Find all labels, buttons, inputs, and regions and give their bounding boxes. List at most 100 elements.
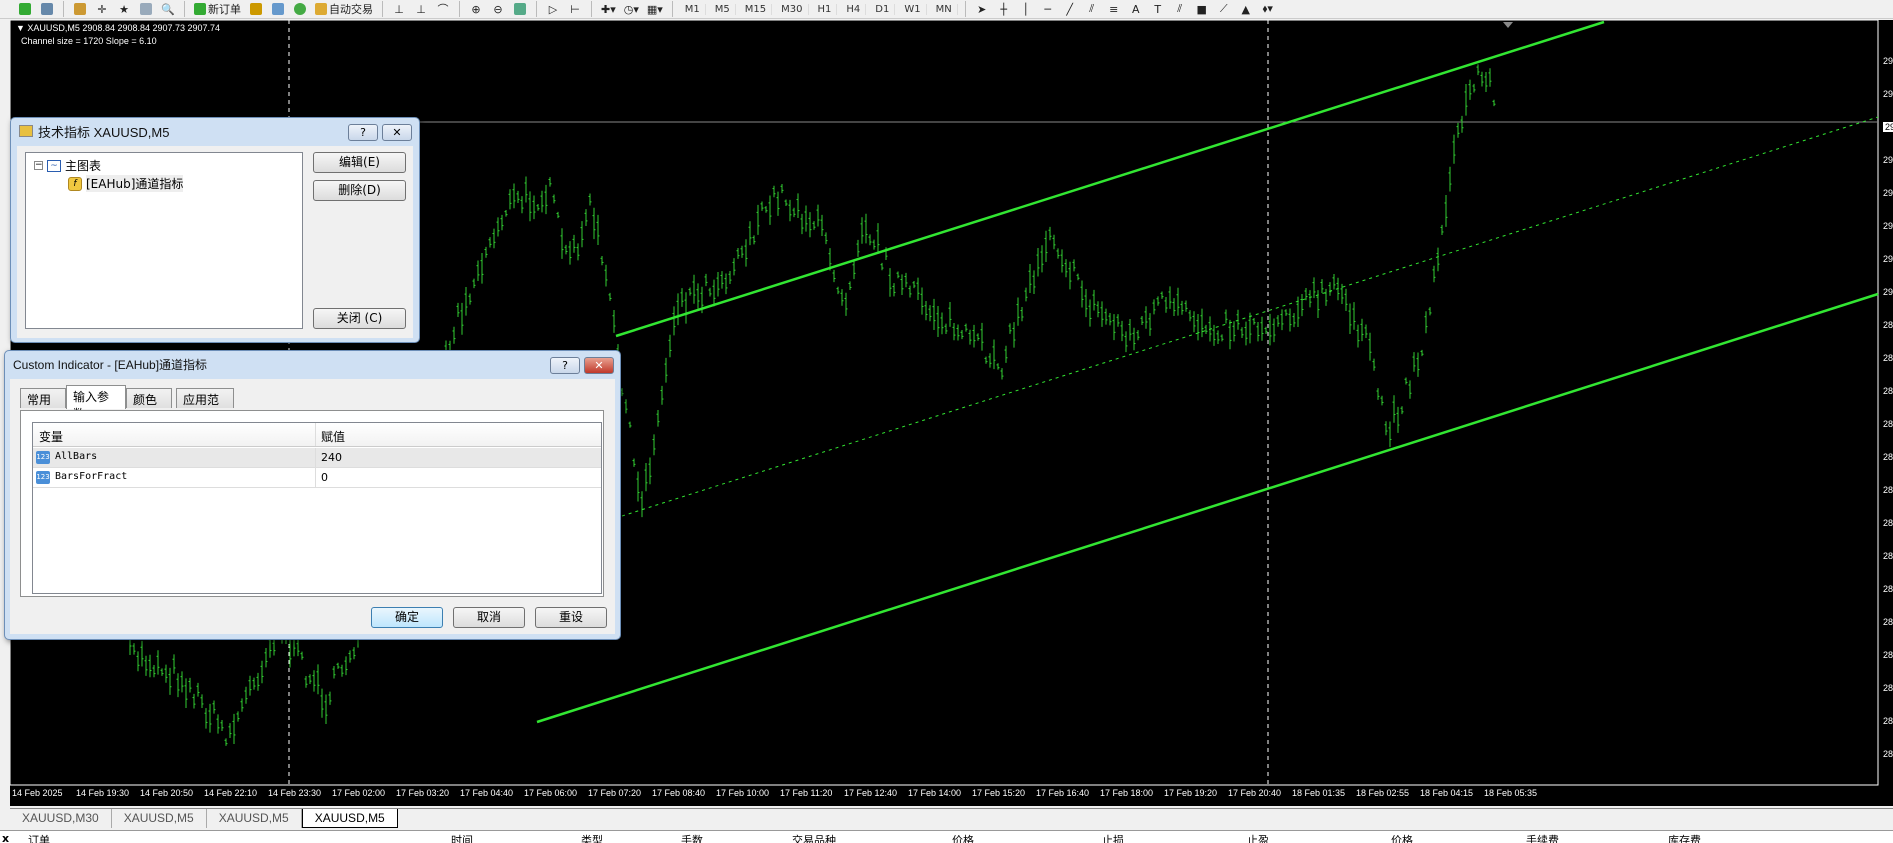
column-header[interactable]: 库存费	[1641, 832, 1701, 843]
fibo-channel-icon[interactable]: ⫽	[1171, 1, 1189, 18]
time-label: 14 Feb 23:30	[268, 788, 322, 798]
timeframe-m5[interactable]: M5	[710, 3, 736, 15]
bar-chart-icon[interactable]: ⊥	[390, 1, 408, 18]
tab-visualization[interactable]: 应用范围	[176, 388, 234, 424]
column-header[interactable]: 类型	[543, 832, 603, 843]
new-chart-icon[interactable]	[16, 1, 34, 18]
price-label: 28	[1883, 353, 1893, 363]
triangle-icon[interactable]: ▲	[1237, 1, 1255, 18]
templates-icon[interactable]: ▦▾	[645, 1, 665, 18]
radio-icon[interactable]	[291, 1, 309, 18]
candle-chart-icon[interactable]: ⊥	[412, 1, 430, 18]
crosshair-tool-icon[interactable]: ┼	[995, 1, 1013, 18]
text-label-icon[interactable]: T	[1149, 1, 1167, 18]
profiles-icon[interactable]	[38, 1, 56, 18]
trendline-icon[interactable]: ╱	[1061, 1, 1079, 18]
timeframe-mn[interactable]: MN	[931, 3, 958, 15]
auto-trading-button[interactable]: 自动交易	[313, 1, 375, 18]
column-header[interactable]: 交易品种	[776, 832, 836, 843]
timeframe-h4[interactable]: H4	[841, 3, 867, 15]
column-header[interactable]: 止盈	[1209, 832, 1269, 843]
channel-info: Channel size = 1720 Slope = 6.10	[21, 36, 157, 46]
collapse-icon[interactable]: −	[34, 161, 43, 170]
column-header[interactable]: 手数	[643, 832, 703, 843]
terminal-close-icon[interactable]: x	[2, 832, 9, 843]
fibo-fan-icon[interactable]: ⟋	[1215, 1, 1233, 18]
zoom-out-icon[interactable]: ⊖	[489, 1, 507, 18]
time-label: 17 Feb 12:40	[844, 788, 898, 798]
tree-item-indicator[interactable]: f [EAHub]通道指标	[68, 175, 184, 192]
column-header[interactable]: 时间	[413, 832, 473, 843]
param-value[interactable]: 240	[321, 451, 342, 464]
table-header: 变量 赋值	[33, 423, 601, 447]
table-row[interactable]: 123 BarsForFract 0	[33, 468, 601, 488]
help-button[interactable]: ?	[550, 357, 580, 374]
tab-xauusd-m5-active[interactable]: XAUUSD,M5	[301, 809, 398, 828]
line-chart-icon[interactable]: ⌒	[434, 1, 452, 18]
zoom-in-icon[interactable]: ⊕	[467, 1, 485, 18]
equidistant-channel-icon[interactable]: ⫽	[1083, 1, 1101, 18]
market-watch-icon[interactable]	[71, 1, 89, 18]
column-header[interactable]: 止损	[1064, 832, 1124, 843]
timeframe-d1[interactable]: D1	[870, 3, 896, 15]
column-header[interactable]: 价格	[914, 832, 974, 843]
tree-item-main-chart[interactable]: − ~ 主图表	[34, 157, 101, 174]
cursor-icon[interactable]: ➤	[973, 1, 991, 18]
horizontal-line-icon[interactable]: ─	[1039, 1, 1057, 18]
reset-button[interactable]: 重设	[535, 607, 607, 628]
tab-inputs[interactable]: 输入参数	[66, 385, 126, 421]
fibonacci-icon[interactable]: ≡	[1105, 1, 1123, 18]
price-label: 29	[1883, 56, 1893, 66]
tab-xauusd-m5-1[interactable]: XAUUSD,M5	[112, 809, 207, 828]
delete-button[interactable]: 删除(D)	[313, 180, 406, 201]
vertical-line-icon[interactable]: │	[1017, 1, 1035, 18]
periods-icon[interactable]: ◷▾	[622, 1, 641, 18]
tab-common[interactable]: 常用	[20, 388, 66, 408]
price-label: 28	[1883, 419, 1893, 429]
tab-colors[interactable]: 颜色	[126, 388, 172, 408]
chart-window-icon: ~	[47, 159, 61, 172]
param-value[interactable]: 0	[321, 471, 328, 484]
navigator-icon[interactable]: ★	[115, 1, 133, 18]
indicator-window-icon	[19, 125, 33, 137]
timeframe-m30[interactable]: M30	[776, 3, 809, 15]
tab-xauusd-m30[interactable]: XAUUSD,M30	[10, 809, 112, 828]
column-header[interactable]: 手续费	[1499, 832, 1559, 843]
indicators-icon[interactable]: ✚▾	[599, 1, 618, 18]
new-order-button[interactable]: 新订单	[192, 1, 243, 18]
terminal-icon[interactable]	[137, 1, 155, 18]
rectangle-icon[interactable]: ■	[1193, 1, 1211, 18]
column-header[interactable]: 价格	[1353, 832, 1413, 843]
table-row[interactable]: 123 AllBars 240	[33, 448, 601, 468]
tree-root-label: 主图表	[65, 159, 102, 173]
text-icon[interactable]: A	[1127, 1, 1145, 18]
timeframe-w1[interactable]: W1	[899, 3, 927, 15]
close-button[interactable]: ✕	[382, 124, 412, 141]
timeframe-m15[interactable]: M15	[740, 3, 773, 15]
tester-icon[interactable]: 🔍	[159, 1, 177, 18]
tab-xauusd-m5-2[interactable]: XAUUSD,M5	[207, 809, 302, 828]
arrows-icon[interactable]: ⬧▾	[1259, 1, 1277, 18]
close-dialog-button[interactable]: 关闭 (C)	[313, 308, 406, 329]
time-label: 17 Feb 20:40	[1228, 788, 1282, 798]
crosshair-icon[interactable]: ✛	[93, 1, 111, 18]
help-button[interactable]: ?	[348, 124, 378, 141]
autoscroll-icon[interactable]: ▷	[544, 1, 562, 18]
signals-icon[interactable]	[269, 1, 287, 18]
metaeditor-icon[interactable]	[247, 1, 265, 18]
chart-shift-icon[interactable]: ⊢	[566, 1, 584, 18]
price-label: 29	[1883, 122, 1893, 132]
ok-button[interactable]: 确定	[371, 607, 443, 628]
header-value: 赋值	[321, 430, 346, 444]
indicator-tree[interactable]: − ~ 主图表 f [EAHub]通道指标	[25, 152, 303, 329]
cancel-button[interactable]: 取消	[453, 607, 525, 628]
integer-icon: 123	[36, 451, 50, 464]
time-label: 17 Feb 08:40	[652, 788, 706, 798]
tile-windows-icon[interactable]	[511, 1, 529, 18]
price-label: 29	[1883, 287, 1893, 297]
close-button[interactable]: ✕	[584, 357, 614, 374]
timeframe-m1[interactable]: M1	[680, 3, 706, 15]
column-header[interactable]: 订单	[28, 832, 50, 843]
timeframe-h1[interactable]: H1	[813, 3, 838, 15]
edit-button[interactable]: 编辑(E)	[313, 152, 406, 173]
